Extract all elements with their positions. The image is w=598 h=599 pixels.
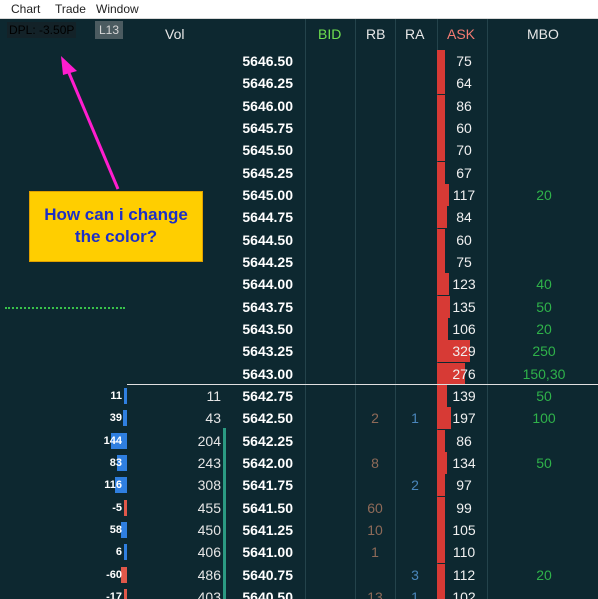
menu-item-chart[interactable]: Chart bbox=[11, 2, 40, 16]
arrow-annotation bbox=[61, 56, 120, 190]
callout-line-1: How can i change bbox=[44, 205, 188, 224]
price-ladder: DPL: -3.50P L13 Vol BID RB RA ASK MBO 56… bbox=[0, 19, 598, 599]
menu-item-window[interactable]: Window bbox=[96, 2, 139, 16]
question-callout: How can i change the color? bbox=[29, 191, 203, 262]
menu-item-trade[interactable]: Trade bbox=[55, 2, 86, 16]
callout-line-2: the color? bbox=[74, 227, 158, 246]
menu-bar: Chart Trade Window bbox=[0, 0, 598, 19]
